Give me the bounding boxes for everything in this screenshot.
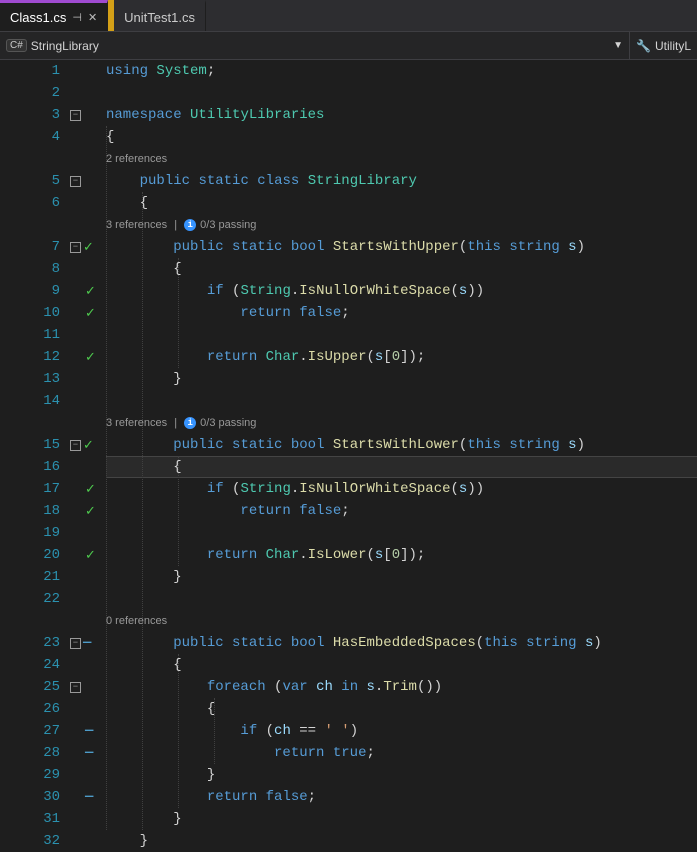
- test-notrun-icon: —: [85, 723, 93, 739]
- member-dropdown[interactable]: 🔧 UtilityL: [630, 32, 697, 59]
- pin-icon[interactable]: ⊣: [72, 11, 82, 24]
- fold-icon[interactable]: −: [70, 638, 81, 649]
- test-pass-icon: ✓: [85, 482, 96, 497]
- tab-unittest1[interactable]: UnitTest1.cs: [114, 0, 206, 31]
- codelens-refs[interactable]: 3 references: [106, 214, 167, 236]
- test-pass-icon: ✓: [85, 284, 96, 299]
- tab-class1[interactable]: Class1.cs ⊣ ✕: [0, 0, 108, 31]
- codelens-tests[interactable]: 0/3 passing: [200, 214, 256, 236]
- nav-bar: C# StringLibrary ▼ 🔧 UtilityL: [0, 32, 697, 60]
- member-label: UtilityL: [655, 39, 691, 53]
- code-editor[interactable]: 1 2 3 4 5 6 7 8 9 10 11 12 13 14 15 16 1…: [0, 60, 697, 793]
- info-icon: i: [184, 219, 196, 231]
- test-pass-icon: ✓: [83, 438, 94, 453]
- scope-dropdown[interactable]: C# StringLibrary ▼: [0, 32, 630, 59]
- chevron-down-icon: ▼: [613, 40, 623, 51]
- fold-icon[interactable]: −: [70, 440, 81, 451]
- test-pass-icon: ✓: [85, 548, 96, 563]
- gutter-line-numbers: 1 2 3 4 5 6 7 8 9 10 11 12 13 14 15 16 1…: [0, 60, 70, 793]
- codelens-tests[interactable]: 0/3 passing: [200, 412, 256, 434]
- tab-bar: Class1.cs ⊣ ✕ UnitTest1.cs: [0, 0, 697, 32]
- test-notrun-icon: —: [83, 635, 91, 651]
- test-pass-icon: ✓: [85, 350, 96, 365]
- gutter-margin: − − −✓ ✓ ✓ ✓ −✓ ✓ ✓ ✓ −— − — — —: [70, 60, 106, 793]
- test-pass-icon: ✓: [85, 306, 96, 321]
- info-icon: i: [184, 417, 196, 429]
- tab-label: UnitTest1.cs: [124, 10, 195, 25]
- csharp-badge-icon: C#: [6, 39, 27, 52]
- wrench-icon: 🔧: [636, 39, 651, 53]
- scope-label: StringLibrary: [31, 39, 99, 53]
- codelens-refs[interactable]: 0 references: [106, 610, 167, 632]
- fold-icon[interactable]: −: [70, 682, 81, 693]
- codelens-refs[interactable]: 2 references: [106, 148, 167, 170]
- fold-icon[interactable]: −: [70, 176, 81, 187]
- test-pass-icon: ✓: [83, 240, 94, 255]
- test-pass-icon: ✓: [85, 504, 96, 519]
- test-notrun-icon: —: [85, 745, 93, 761]
- test-notrun-icon: —: [85, 789, 93, 805]
- codelens-refs[interactable]: 3 references: [106, 412, 167, 434]
- fold-icon[interactable]: −: [70, 110, 81, 121]
- code-area[interactable]: using System; namespace UtilityLibraries…: [106, 60, 697, 793]
- tab-label: Class1.cs: [10, 10, 66, 25]
- fold-icon[interactable]: −: [70, 242, 81, 253]
- close-icon[interactable]: ✕: [88, 11, 97, 24]
